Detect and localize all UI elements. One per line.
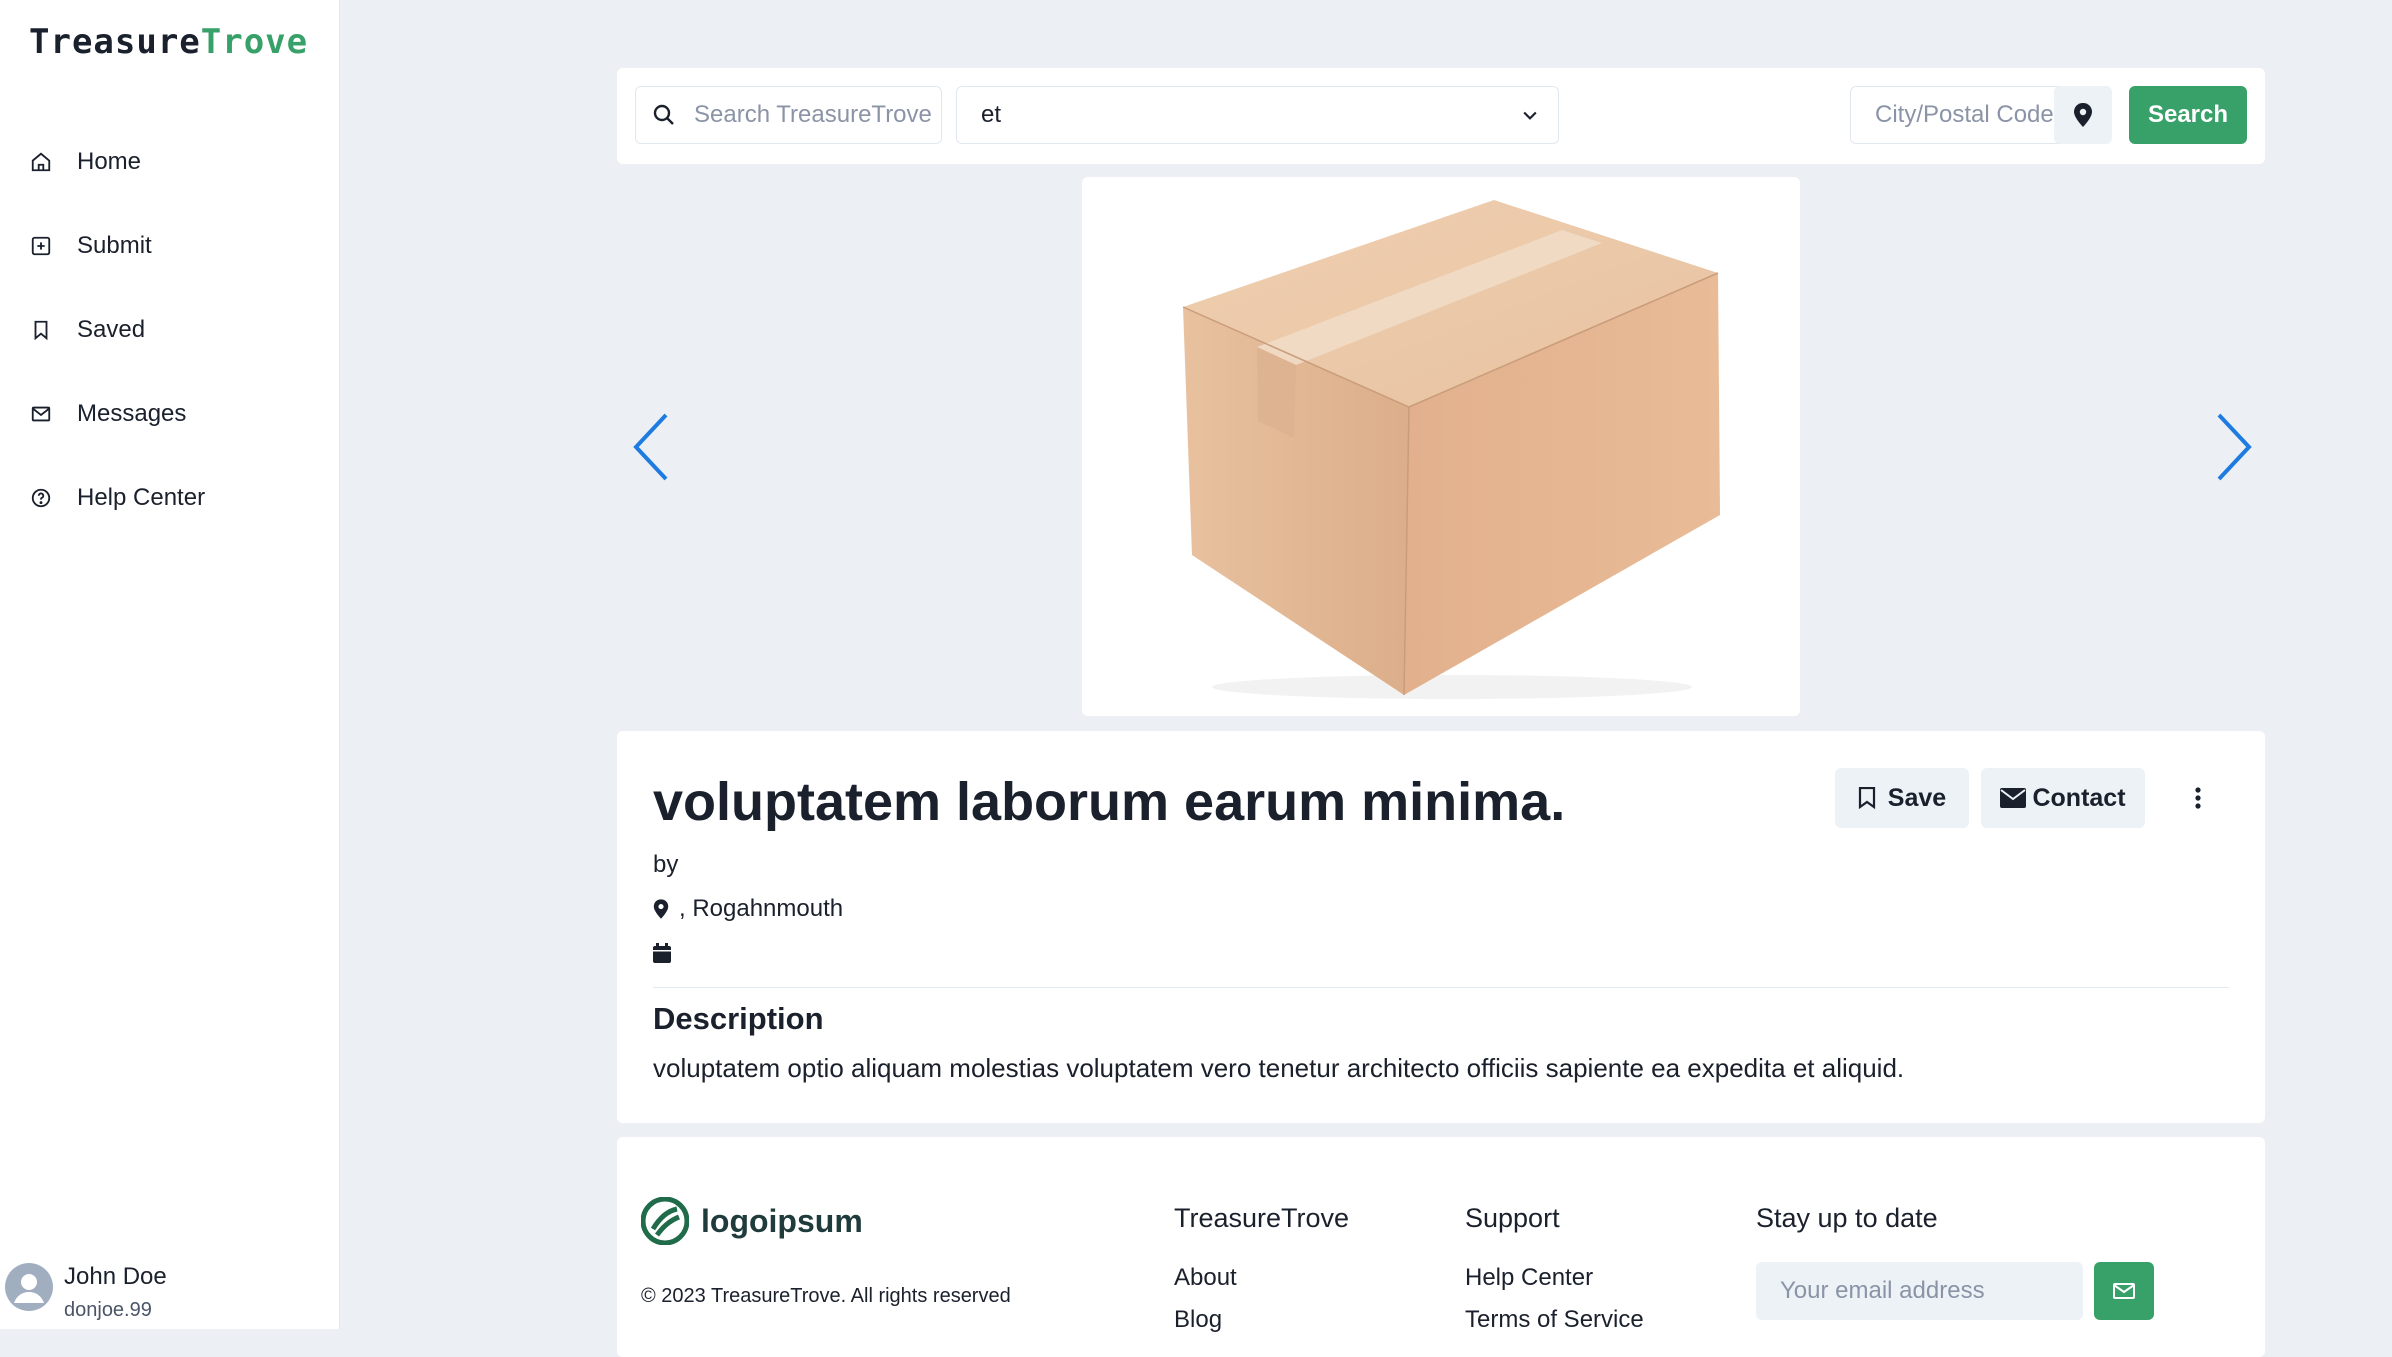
footer-col-newsletter: Stay up to date <box>1756 1203 1938 1234</box>
user-username: donjoe.99 <box>64 1299 152 1321</box>
search-button[interactable]: Search <box>2129 86 2247 144</box>
cardboard-box-image <box>1182 200 1720 699</box>
category-select[interactable]: et <box>956 86 1559 144</box>
more-options-button[interactable] <box>2183 781 2213 815</box>
footer-col-heading: TreasureTrove <box>1174 1203 1350 1233</box>
footer-link-help-center[interactable]: Help Center <box>1465 1264 1644 1292</box>
save-button[interactable]: Save <box>1835 768 1969 828</box>
newsletter-heading: Stay up to date <box>1756 1203 1938 1233</box>
mail-icon <box>2113 1283 2135 1299</box>
description-text: voluptatem optio aliquam molestias volup… <box>653 1053 1905 1083</box>
kebab-menu-icon <box>2195 787 2201 809</box>
logoipsum-mark-icon <box>641 1197 689 1245</box>
footer-logo[interactable]: logoipsum <box>641 1197 863 1245</box>
location-button[interactable] <box>2054 86 2112 144</box>
location-placeholder: City/Postal Code <box>1875 101 2054 128</box>
contact-button[interactable]: Contact <box>1981 768 2145 828</box>
prev-image-arrow[interactable] <box>632 412 672 482</box>
calendar-icon <box>653 943 671 963</box>
envelope-icon <box>2000 788 2027 808</box>
sidebar-item-label: Help Center <box>77 484 206 511</box>
sidebar-item-saved[interactable]: Saved <box>0 288 339 372</box>
listing-image <box>1082 177 1800 716</box>
listing-details: voluptatem laborum earum minima. Save Co… <box>617 731 2265 1123</box>
sidebar-item-label: Saved <box>77 316 146 343</box>
category-value: et <box>981 101 1002 128</box>
sidebar-item-home[interactable]: Home <box>0 120 339 204</box>
logo-part-2: Trove <box>200 22 309 62</box>
listing-title: voluptatem laborum earum minima. <box>653 772 1566 832</box>
app-logo[interactable]: TreasureTrove <box>29 22 308 62</box>
footer-col-support: Support Help Center Terms of Service <box>1465 1203 1644 1334</box>
save-label: Save <box>1887 783 1947 812</box>
location-input[interactable]: City/Postal Code <box>1850 86 2072 144</box>
footer-link-terms[interactable]: Terms of Service <box>1465 1306 1644 1334</box>
search-input[interactable]: Search TreasureTrove <box>635 86 942 144</box>
footer-logo-text: logoipsum <box>701 1202 863 1239</box>
sidebar-item-submit[interactable]: Submit <box>0 204 339 288</box>
search-placeholder: Search TreasureTrove <box>694 101 932 128</box>
avatar-icon <box>5 1263 53 1311</box>
footer-link-blog[interactable]: Blog <box>1174 1306 1349 1334</box>
sidebar-item-label: Messages <box>77 400 187 427</box>
mail-icon <box>31 406 51 422</box>
map-pin-icon <box>2074 103 2092 127</box>
user-name: John Doe <box>64 1263 167 1290</box>
sidebar-item-messages[interactable]: Messages <box>0 372 339 456</box>
listing-location: , Rogahnmouth <box>653 895 843 923</box>
logo-part-1: Treasure <box>29 22 201 62</box>
footer-link-about[interactable]: About <box>1174 1264 1349 1292</box>
sidebar-nav: Home Submit Saved Messages Help Center <box>0 120 339 540</box>
help-circle-icon <box>31 488 51 508</box>
location-text: , Rogahnmouth <box>679 895 844 922</box>
search-bar: Search TreasureTrove et City/Postal Code… <box>617 68 2265 164</box>
copyright: © 2023 TreasureTrove. All rights reserve… <box>641 1285 1011 1307</box>
search-icon <box>653 104 674 125</box>
email-placeholder: Your email address <box>1780 1277 1985 1304</box>
sidebar: TreasureTrove Home Submit Saved Messages… <box>0 0 340 1329</box>
footer-col-heading: Support <box>1465 1203 1560 1233</box>
sidebar-item-help-center[interactable]: Help Center <box>0 456 339 540</box>
footer: logoipsum © 2023 TreasureTrove. All righ… <box>617 1137 2265 1357</box>
plus-square-icon <box>31 236 51 256</box>
contact-label: Contact <box>2032 783 2126 812</box>
home-icon <box>31 152 51 172</box>
sidebar-item-label: Home <box>77 148 142 175</box>
user-profile[interactable]: John Doe donjoe.99 <box>0 1239 339 1329</box>
description-heading: Description <box>653 1001 824 1036</box>
bookmark-icon <box>34 320 48 341</box>
subscribe-button[interactable] <box>2094 1262 2154 1320</box>
sidebar-item-label: Submit <box>77 232 152 259</box>
map-pin-icon <box>653 899 669 919</box>
next-image-arrow[interactable] <box>2213 412 2253 482</box>
bookmark-icon <box>1858 787 1875 809</box>
chevron-down-icon <box>1523 111 1537 120</box>
email-field[interactable]: Your email address <box>1756 1262 2083 1320</box>
divider <box>653 987 2229 988</box>
listing-author: by <box>653 851 679 878</box>
footer-col-treasuretrove: TreasureTrove About Blog <box>1174 1203 1349 1334</box>
